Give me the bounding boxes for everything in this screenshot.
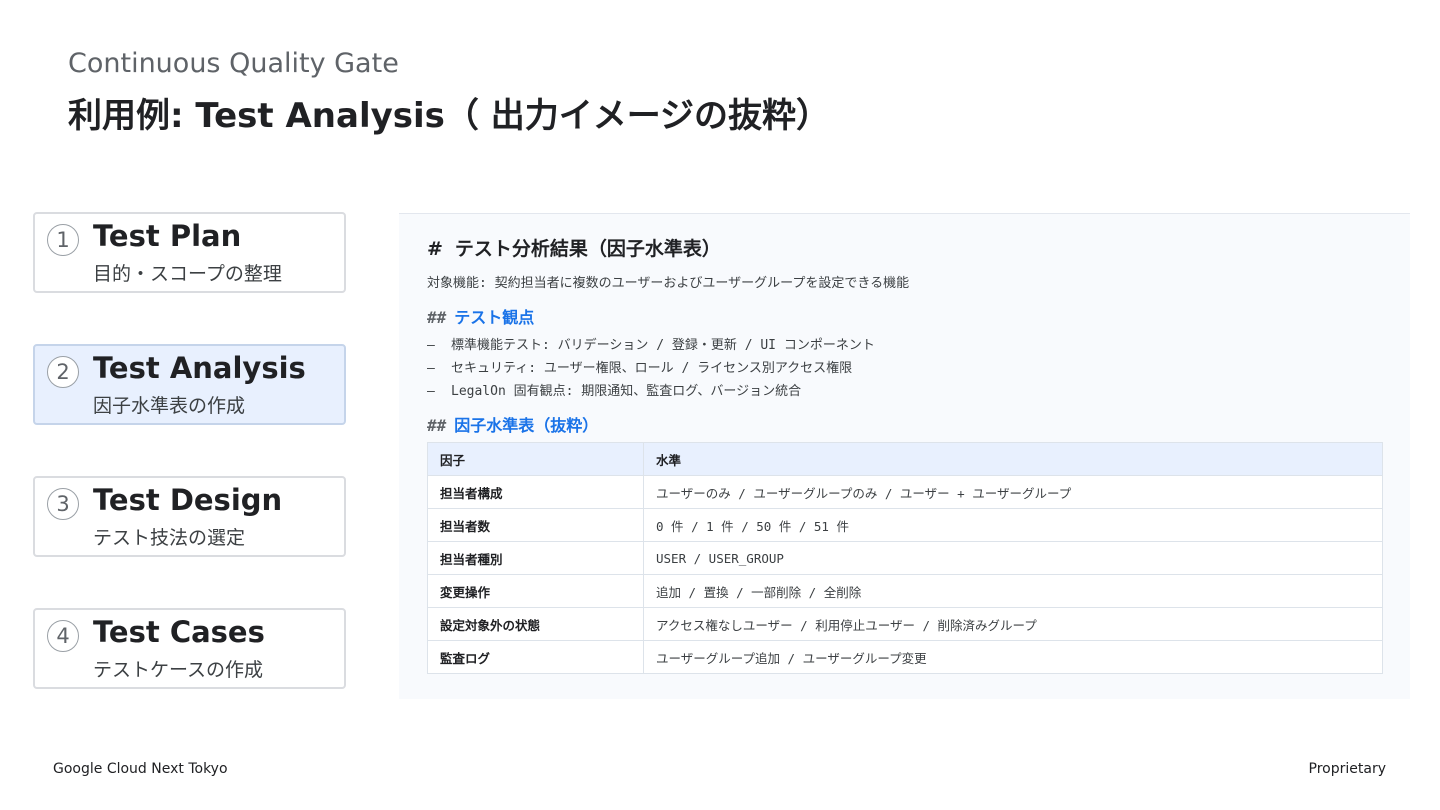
factor-cell: 変更操作 bbox=[427, 574, 644, 608]
factor-cell: 担当者構成 bbox=[427, 475, 644, 509]
heading-text: テスト分析結果（因子水準表） bbox=[454, 238, 721, 260]
step-title: Test Cases bbox=[93, 615, 265, 649]
footer-brand: Google Cloud Next Tokyo bbox=[53, 761, 228, 777]
step-number: 1 bbox=[47, 224, 79, 256]
column-header-factor: 因子 bbox=[427, 442, 644, 476]
table-row: 担当者種別 USER / USER_GROUP bbox=[427, 541, 1383, 575]
step-title: Test Design bbox=[93, 483, 283, 517]
table-row: 監査ログ ユーザーグループ追加 / ユーザーグループ変更 bbox=[427, 640, 1383, 674]
list-item-text: セキュリティ: ユーザー権限、ロール / ライセンス別アクセス権限 bbox=[451, 361, 853, 376]
factor-level-table: 因子 水準 担当者構成 ユーザーのみ / ユーザーグループのみ / ユーザー +… bbox=[427, 442, 1383, 674]
section-factor-table: ## 因子水準表（抜粋） bbox=[427, 412, 598, 436]
perspective-list: – 標準機能テスト: バリデーション / 登録・更新 / UI コンポーネント –… bbox=[427, 334, 875, 403]
column-header-level: 水準 bbox=[643, 442, 1383, 476]
level-cell: 追加 / 置換 / 一部削除 / 全削除 bbox=[643, 574, 1383, 608]
step-number: 4 bbox=[47, 620, 79, 652]
step-number: 2 bbox=[47, 356, 79, 388]
list-item: – セキュリティ: ユーザー権限、ロール / ライセンス別アクセス権限 bbox=[427, 357, 875, 380]
bullet-dash: – bbox=[427, 361, 435, 376]
factor-cell: 担当者種別 bbox=[427, 541, 644, 575]
step-subtitle: テスト技法の選定 bbox=[93, 527, 246, 549]
step-test-cases: 4 Test Cases テストケースの作成 bbox=[33, 608, 346, 689]
level-cell: 0 件 / 1 件 / 50 件 / 51 件 bbox=[643, 508, 1383, 542]
section-hash: ## bbox=[427, 416, 447, 435]
level-cell: ユーザーのみ / ユーザーグループのみ / ユーザー + ユーザーグループ bbox=[643, 475, 1383, 509]
slide-kicker: Continuous Quality Gate bbox=[68, 48, 399, 79]
section-title: テスト観点 bbox=[454, 308, 535, 327]
step-number: 3 bbox=[47, 488, 79, 520]
factor-cell: 監査ログ bbox=[427, 640, 644, 674]
table-row: 変更操作 追加 / 置換 / 一部削除 / 全削除 bbox=[427, 574, 1383, 608]
bullet-dash: – bbox=[427, 338, 435, 353]
level-cell: ユーザーグループ追加 / ユーザーグループ変更 bbox=[643, 640, 1383, 674]
step-subtitle: 因子水準表の作成 bbox=[93, 395, 246, 417]
step-test-analysis: 2 Test Analysis 因子水準表の作成 bbox=[33, 344, 346, 425]
section-hash: ## bbox=[427, 308, 447, 327]
heading-hash: # bbox=[427, 238, 443, 260]
table-header-row: 因子 水準 bbox=[427, 442, 1383, 476]
step-subtitle: テストケースの作成 bbox=[93, 659, 264, 681]
table-row: 設定対象外の状態 アクセス権なしユーザー / 利用停止ユーザー / 削除済みグル… bbox=[427, 607, 1383, 641]
level-cell: USER / USER_GROUP bbox=[643, 541, 1383, 575]
factor-cell: 設定対象外の状態 bbox=[427, 607, 644, 641]
step-title: Test Analysis bbox=[93, 351, 306, 385]
slide-title: 利用例: Test Analysis（ 出力イメージの抜粋） bbox=[68, 96, 831, 136]
list-item: – LegalOn 固有観点: 期限通知、監査ログ、バージョン統合 bbox=[427, 380, 875, 403]
section-title: 因子水準表（抜粋） bbox=[454, 416, 599, 435]
level-cell: アクセス権なしユーザー / 利用停止ユーザー / 削除済みグループ bbox=[643, 607, 1383, 641]
section-test-perspectives: ## テスト観点 bbox=[427, 304, 534, 328]
list-item: – 標準機能テスト: バリデーション / 登録・更新 / UI コンポーネント bbox=[427, 334, 875, 357]
step-subtitle: 目的・スコープの整理 bbox=[93, 263, 282, 285]
table-row: 担当者数 0 件 / 1 件 / 50 件 / 51 件 bbox=[427, 508, 1383, 542]
target-feature: 対象機能: 契約担当者に複数のユーザーおよびユーザーグループを設定できる機能 bbox=[427, 276, 910, 291]
list-item-text: LegalOn 固有観点: 期限通知、監査ログ、バージョン統合 bbox=[451, 384, 802, 399]
footer-proprietary: Proprietary bbox=[1308, 761, 1386, 777]
list-item-text: 標準機能テスト: バリデーション / 登録・更新 / UI コンポーネント bbox=[451, 338, 875, 353]
analysis-output-panel: # テスト分析結果（因子水準表） 対象機能: 契約担当者に複数のユーザーおよびユー… bbox=[399, 213, 1410, 699]
step-test-plan: 1 Test Plan 目的・スコープの整理 bbox=[33, 212, 346, 293]
step-test-design: 3 Test Design テスト技法の選定 bbox=[33, 476, 346, 557]
table-row: 担当者構成 ユーザーのみ / ユーザーグループのみ / ユーザー + ユーザーグ… bbox=[427, 475, 1383, 509]
factor-cell: 担当者数 bbox=[427, 508, 644, 542]
doc-heading: # テスト分析結果（因子水準表） bbox=[427, 234, 721, 261]
bullet-dash: – bbox=[427, 384, 435, 399]
step-title: Test Plan bbox=[93, 219, 242, 253]
